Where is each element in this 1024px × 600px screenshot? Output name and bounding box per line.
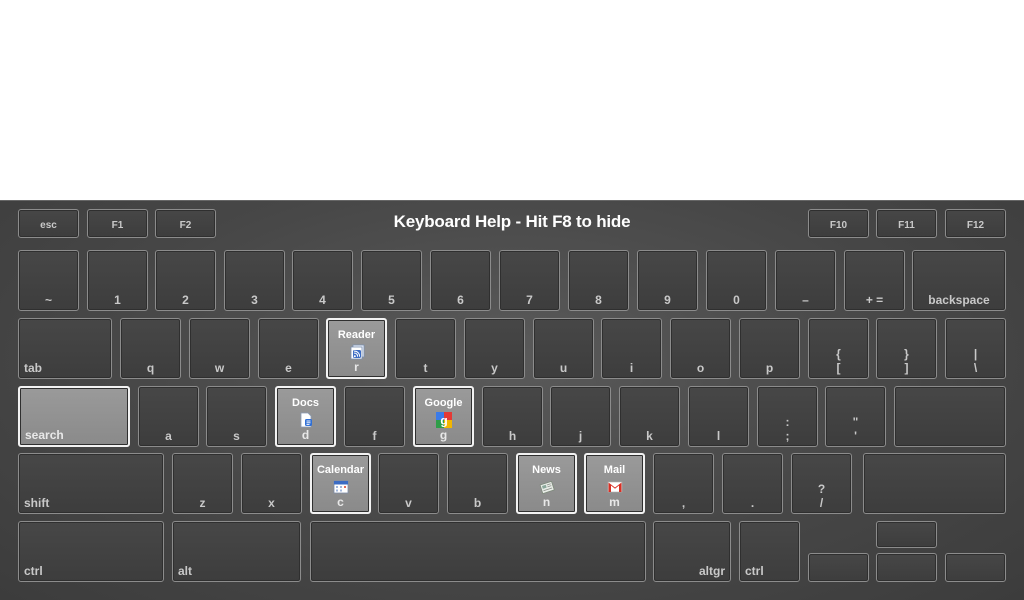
key-d-docs-shortcut[interactable]: Docs d: [275, 386, 336, 447]
google-icon: g: [435, 412, 452, 428]
key-n-news-shortcut[interactable]: News n: [516, 453, 577, 514]
key-alt[interactable]: alt: [172, 521, 301, 582]
shortcut-label-reader: Reader: [337, 329, 376, 341]
key-1[interactable]: 1: [87, 250, 148, 311]
key-period[interactable]: .: [722, 453, 783, 514]
key-tilde[interactable]: ~: [18, 250, 79, 311]
key-2[interactable]: 2: [155, 250, 216, 311]
key-8[interactable]: 8: [568, 250, 629, 311]
key-shift-left[interactable]: shift: [18, 453, 164, 514]
key-0[interactable]: 0: [706, 250, 767, 311]
key-3[interactable]: 3: [224, 250, 285, 311]
key-g-google-shortcut[interactable]: Google g g: [413, 386, 474, 447]
key-f2[interactable]: F2: [155, 209, 216, 238]
key-j[interactable]: j: [550, 386, 611, 447]
news-icon: [539, 480, 555, 495]
key-l[interactable]: l: [688, 386, 749, 447]
key-right-bracket[interactable]: } ]: [876, 318, 937, 379]
key-arrow-right[interactable]: [945, 553, 1006, 582]
key-shift-right[interactable]: [863, 453, 1006, 514]
key-arrow-down[interactable]: [876, 553, 937, 582]
key-space[interactable]: [310, 521, 646, 582]
key-t[interactable]: t: [395, 318, 456, 379]
key-tab[interactable]: tab: [18, 318, 112, 379]
key-y[interactable]: y: [464, 318, 525, 379]
shortcut-label-docs: Docs: [292, 397, 319, 409]
key-m-mail-shortcut[interactable]: Mail m: [584, 453, 645, 514]
key-backspace[interactable]: backspace: [912, 250, 1006, 311]
key-ctrl-left[interactable]: ctrl: [18, 521, 164, 582]
key-enter[interactable]: [894, 386, 1006, 447]
key-p[interactable]: p: [739, 318, 800, 379]
key-f11[interactable]: F11: [876, 209, 937, 238]
key-left-bracket[interactable]: { [: [808, 318, 869, 379]
keyboard-help-title: Keyboard Help - Hit F8 to hide: [393, 212, 631, 231]
docs-icon: [300, 412, 312, 428]
key-quote[interactable]: " ': [825, 386, 886, 447]
key-f[interactable]: f: [344, 386, 405, 447]
key-q[interactable]: q: [120, 318, 181, 379]
reader-rss-icon: [350, 344, 364, 360]
key-arrow-up[interactable]: [876, 521, 937, 548]
shortcut-label-mail: Mail: [603, 464, 626, 476]
key-w[interactable]: w: [189, 318, 250, 379]
key-5[interactable]: 5: [361, 250, 422, 311]
key-comma[interactable]: ,: [653, 453, 714, 514]
key-altgr[interactable]: altgr: [653, 521, 731, 582]
key-minus[interactable]: –: [775, 250, 836, 311]
key-a[interactable]: a: [138, 386, 199, 447]
key-f12[interactable]: F12: [945, 209, 1006, 238]
key-4[interactable]: 4: [292, 250, 353, 311]
key-search[interactable]: search: [18, 386, 130, 447]
key-r-reader-shortcut[interactable]: Reader r: [326, 318, 387, 379]
key-6[interactable]: 6: [430, 250, 491, 311]
svg-text:g: g: [440, 414, 447, 428]
key-esc[interactable]: esc: [18, 209, 79, 238]
key-backslash[interactable]: | \: [945, 318, 1006, 379]
key-o[interactable]: o: [670, 318, 731, 379]
key-f10[interactable]: F10: [808, 209, 869, 238]
key-h[interactable]: h: [482, 386, 543, 447]
key-v[interactable]: v: [378, 453, 439, 514]
key-ctrl-right[interactable]: ctrl: [739, 521, 800, 582]
shortcut-label-news: News: [532, 464, 561, 476]
calendar-icon: [333, 480, 348, 494]
key-u[interactable]: u: [533, 318, 594, 379]
keyboard-overlay: Keyboard Help - Hit F8 to hide esc F1 F2…: [0, 200, 1024, 600]
key-9[interactable]: 9: [637, 250, 698, 311]
key-b[interactable]: b: [447, 453, 508, 514]
key-arrow-left[interactable]: [808, 553, 869, 582]
key-k[interactable]: k: [619, 386, 680, 447]
key-i[interactable]: i: [601, 318, 662, 379]
gmail-icon: [607, 481, 622, 493]
key-c-calendar-shortcut[interactable]: Calendar c: [310, 453, 371, 514]
key-7[interactable]: 7: [499, 250, 560, 311]
key-plus-equals[interactable]: + =: [844, 250, 905, 311]
key-z[interactable]: z: [172, 453, 233, 514]
key-f1[interactable]: F1: [87, 209, 148, 238]
key-x[interactable]: x: [241, 453, 302, 514]
shortcut-label-calendar: Calendar: [316, 464, 365, 476]
key-e[interactable]: e: [258, 318, 319, 379]
key-semicolon[interactable]: : ;: [757, 386, 818, 447]
key-s[interactable]: s: [206, 386, 267, 447]
shortcut-label-google: Google: [424, 397, 463, 409]
key-slash[interactable]: ? /: [791, 453, 852, 514]
